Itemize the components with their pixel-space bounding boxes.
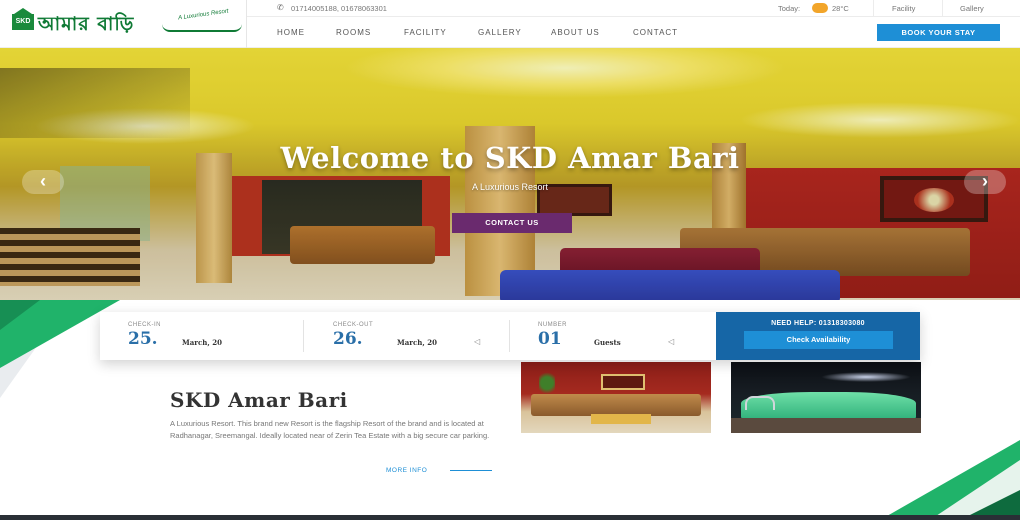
temperature: 28°C [832,4,849,13]
logo-text: আমার বাড়ি [38,13,135,35]
site-logo[interactable]: SKD আমার বাড়ি A Luxurious Resort [12,8,242,36]
contact-us-button[interactable]: CONTACT US [452,213,572,233]
hero-subtitle: A Luxurious Resort [471,182,549,192]
field-divider [303,320,304,352]
guests-unit: Guests [594,338,621,347]
nav-item-home[interactable]: HOME [277,28,305,37]
photo-lights [821,372,911,382]
booking-bar: CHECK-IN 25. March, 20 CHECK-OUT 26. Mar… [100,312,920,360]
topbar-link-gallery[interactable]: Gallery [960,4,984,13]
today-label: Today: [778,4,801,13]
phone-icon: ✆ [277,3,284,12]
guests-field[interactable]: NUMBER 01 Guests ◁ [538,312,708,360]
hero-slider: Welcome to SKD Amar Bari A Luxurious Res… [0,48,1020,300]
logo-tagline: A Luxurious Resort [177,8,229,22]
topbar-divider [942,0,943,17]
photo-rail [745,396,775,410]
nav-item-gallery[interactable]: GALLERY [478,28,522,37]
phone-numbers[interactable]: 01714005188, 01678063301 [291,4,387,13]
topbar-divider [873,0,874,17]
photo-painting [601,374,645,390]
field-divider [509,320,510,352]
more-info-link[interactable]: MORE INFO [386,467,427,474]
check-out-day: 26. [333,329,363,349]
check-out-label: CHECK-OUT [333,322,374,328]
more-info-underline [450,470,492,471]
main-nav: HOME ROOMS FACILITY GALLERY ABOUT US CON… [247,17,867,48]
topbar-link-facility[interactable]: Facility [892,4,915,13]
pool-photo[interactable] [731,362,921,433]
nav-item-rooms[interactable]: ROOMS [336,28,371,37]
photo-sofa [531,394,701,416]
help-phone[interactable]: NEED HELP: 01318303080 [716,320,920,327]
logo-swoosh [162,24,242,32]
chevron-left-icon[interactable]: ‹ [22,170,64,194]
chevron-down-icon[interactable]: ◁ [668,337,674,346]
weather-icon [812,3,828,13]
nav-item-about[interactable]: ABOUT US [551,28,600,37]
chevron-down-icon[interactable]: ◁ [474,337,480,346]
check-out-field[interactable]: CHECK-OUT 26. March, 20 ◁ [333,312,503,360]
about-title: SKD Amar Bari [170,388,348,412]
check-availability-button[interactable]: Check Availability [744,331,893,349]
photo-deck [731,418,921,433]
guests-count: 01 [538,329,562,349]
check-out-month: March, 20 [397,338,437,347]
book-your-stay-button[interactable]: BOOK YOUR STAY [877,24,1000,41]
help-panel: NEED HELP: 01318303080 Check Availabilit… [716,312,920,360]
top-bar: ✆ 01714005188, 01678063301 Today: 28°C F… [247,0,1020,17]
bottom-strip [0,515,1020,520]
hero-title: Welcome to SKD Amar Bari [280,141,740,175]
decor-triangle [0,300,40,330]
about-description: A Luxurious Resort. This brand new Resor… [170,419,490,440]
logo-mark: SKD [12,8,34,30]
guests-label: NUMBER [538,322,568,328]
lobby-photo[interactable] [521,362,711,433]
check-in-label: CHECK-IN [128,322,162,328]
site-header: SKD আমার বাড়ি A Luxurious Resort ✆ 0171… [0,0,1020,48]
check-in-field[interactable]: CHECK-IN 25. March, 20 [128,312,308,360]
check-in-month: March, 20 [182,338,222,347]
photo-table [591,414,651,424]
check-in-day: 25. [128,329,158,349]
nav-item-facility[interactable]: FACILITY [404,28,447,37]
chevron-right-icon[interactable]: › [964,170,1006,194]
nav-item-contact[interactable]: CONTACT [633,28,678,37]
photo-plant [539,370,555,396]
